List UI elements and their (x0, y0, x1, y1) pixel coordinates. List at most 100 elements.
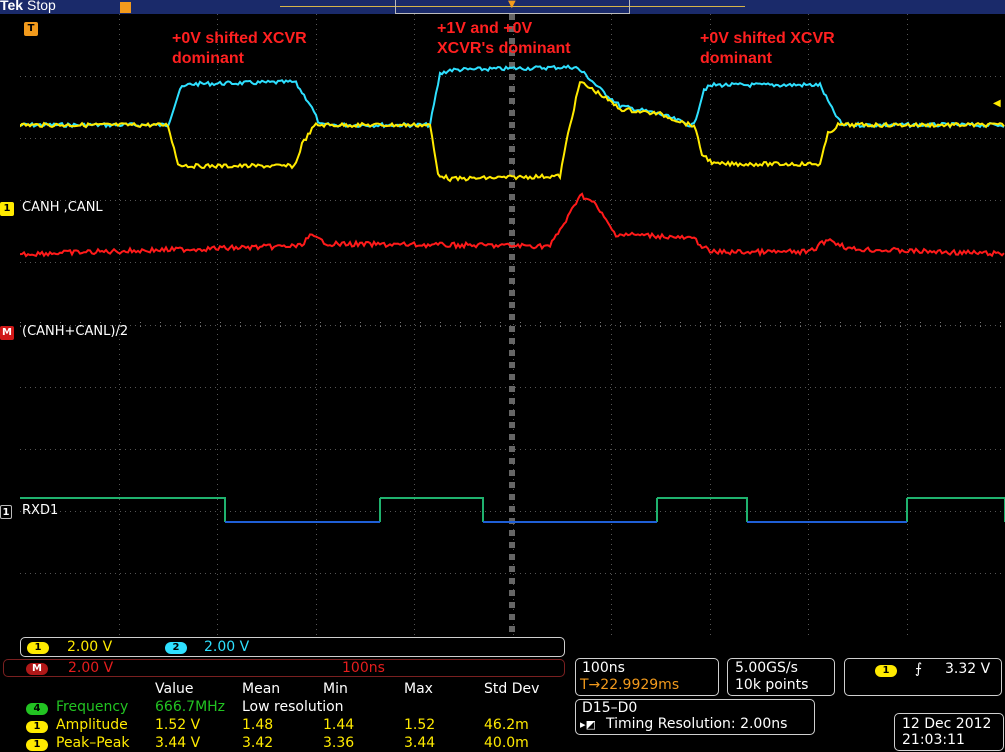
grid-dot (550, 76, 551, 77)
grid-dot (335, 449, 336, 450)
grid-dot (140, 326, 141, 327)
grid-dot (880, 138, 881, 139)
grid-dot (20, 262, 21, 263)
grid-dot (990, 262, 991, 263)
grid-dot (808, 359, 809, 360)
grid-dot (808, 244, 809, 245)
grid-dot (520, 138, 521, 139)
grid-dot (385, 573, 386, 574)
grid-dot (860, 200, 861, 201)
grid-dot (635, 262, 636, 263)
grid-dot (740, 322, 741, 323)
grid-dot (414, 129, 415, 130)
bus-box[interactable]: D15–D0 ▸◩ Timing Resolution: 2.00ns (575, 699, 815, 735)
grid-dot (765, 76, 766, 77)
grid-dot (70, 387, 71, 388)
trigger-box[interactable]: 1 ⨍ 3.32 V (844, 658, 1002, 696)
grid-dot (300, 449, 301, 450)
trigger-marker-icon[interactable]: T (24, 22, 38, 36)
grid-dot (770, 511, 771, 512)
grid-dot (750, 200, 751, 201)
grid-dot (385, 387, 386, 388)
grid-dot (808, 274, 809, 275)
digital-marker[interactable]: 1 (0, 505, 12, 519)
grid-dot (255, 200, 256, 201)
grid-dot (530, 76, 531, 77)
record-length: 10k points (735, 677, 809, 693)
measurement-row[interactable]: 4 Frequency 666.7MHz Low resolution (20, 699, 565, 717)
grid-dot (705, 387, 706, 388)
grid-dot (480, 322, 481, 323)
grid-dot (515, 387, 516, 388)
grid-dot (710, 614, 711, 615)
grid-dot (825, 262, 826, 263)
grid-dot (655, 387, 656, 388)
channel-scale-box[interactable]: 1 2.00 V 2 2.00 V (20, 637, 565, 657)
grid-dot (316, 184, 317, 185)
grid-dot (725, 573, 726, 574)
grid-dot (316, 14, 317, 15)
grid-dot (725, 200, 726, 201)
grid-dot (230, 449, 231, 450)
waveform-display[interactable] (20, 14, 1005, 635)
grid-dot (525, 387, 526, 388)
grid-dot (120, 573, 121, 574)
horizontal-box[interactable]: 100ns T→22.9929ms (575, 658, 719, 696)
grid-dot (85, 138, 86, 139)
grid-dot (907, 544, 908, 545)
grid-dot (414, 269, 415, 270)
grid-dot (555, 511, 556, 512)
grid-dot (120, 200, 121, 201)
grid-dot (414, 484, 415, 485)
grid-dot (765, 138, 766, 139)
measurement-row[interactable]: 1 Amplitude 1.52 V 1.48 1.44 1.52 46.2m (20, 717, 565, 735)
grid-dot (130, 262, 131, 263)
grid-dot (325, 449, 326, 450)
grid-dot (660, 138, 661, 139)
grid-dot (795, 200, 796, 201)
grid-dot (370, 449, 371, 450)
grid-dot (611, 69, 612, 70)
math-marker[interactable]: M (0, 326, 14, 340)
grid-dot (645, 573, 646, 574)
grid-dot (250, 511, 251, 512)
grid-dot (380, 326, 381, 327)
grid-dot (540, 325, 541, 326)
grid-dot (610, 325, 611, 326)
grid-dot (808, 334, 809, 335)
grid-dot (316, 54, 317, 55)
grid-dot (316, 479, 317, 480)
grid-dot (750, 573, 751, 574)
grid-dot (180, 387, 181, 388)
grid-dot (611, 49, 612, 50)
grid-dot (450, 325, 451, 326)
grid-dot (570, 138, 571, 139)
grid-dot (220, 325, 221, 326)
grid-dot (119, 444, 120, 445)
grid-dot (575, 200, 576, 201)
grid-dot (119, 549, 120, 550)
grid-dot (475, 511, 476, 512)
grid-dot (115, 449, 116, 450)
grid-dot (907, 194, 908, 195)
grid-dot (316, 44, 317, 45)
grid-dot (808, 99, 809, 100)
grid-dot (600, 262, 601, 263)
math-scale-box[interactable]: M 2.00 V 100ns (3, 659, 565, 677)
grid-dot (710, 19, 711, 20)
acquisition-box[interactable]: 5.00GS/s 10k points (727, 658, 835, 696)
grid-dot (165, 76, 166, 77)
measurement-row[interactable]: 1 Peak–Peak 3.44 V 3.42 3.36 3.44 40.0m (20, 735, 565, 752)
grid-dot (995, 200, 996, 201)
grid-dot (217, 19, 218, 20)
grid-dot (509, 314, 515, 320)
ch1-marker[interactable]: 1 (0, 202, 14, 216)
grid-dot (513, 224, 514, 225)
grid-dot (125, 449, 126, 450)
grid-dot (985, 200, 986, 201)
grid-dot (905, 325, 906, 326)
grid-dot (808, 519, 809, 520)
grid-dot (350, 511, 351, 512)
grid-dot (316, 289, 317, 290)
grid-dot (414, 239, 415, 240)
